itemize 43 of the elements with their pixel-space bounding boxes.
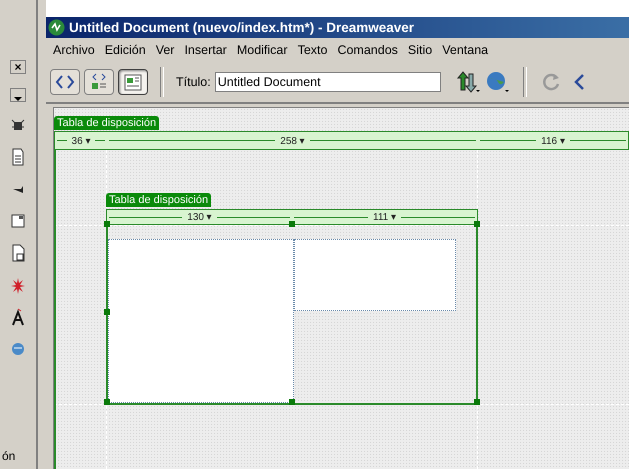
- column-width-menu[interactable]: 36 ▾: [68, 134, 94, 146]
- menu-item[interactable]: Texto: [292, 43, 332, 57]
- letter-icon: [11, 308, 25, 326]
- menu-item[interactable]: Archivo: [48, 43, 100, 57]
- resize-handle[interactable]: [289, 399, 295, 405]
- up-down-arrows-icon[interactable]: [454, 70, 481, 94]
- document-icon: [11, 148, 25, 166]
- menu-item[interactable]: Comandos: [332, 43, 403, 57]
- column-width-menu[interactable]: 258 ▾: [277, 134, 308, 146]
- resize-handle[interactable]: [104, 399, 110, 405]
- starburst-icon: [11, 276, 25, 294]
- panel-label: ón: [2, 449, 16, 463]
- window-title: Untitled Document (nuevo/index.htm*) - Dreamweaver: [69, 20, 414, 35]
- design-view-button[interactable]: [118, 69, 148, 95]
- resize-handle[interactable]: [289, 221, 295, 227]
- menu-item[interactable]: Ventana: [437, 43, 494, 57]
- layout-table-tab[interactable]: Tabla de disposición: [106, 193, 212, 207]
- layout-table-tab[interactable]: Tabla de disposición: [54, 116, 160, 130]
- menu-item[interactable]: Edición: [100, 43, 151, 57]
- menu-item[interactable]: Sitio: [402, 43, 438, 57]
- resize-handle[interactable]: [474, 221, 480, 227]
- split-view-button[interactable]: [84, 69, 114, 95]
- layout-cell[interactable]: [294, 239, 456, 311]
- title-label: Título:: [176, 75, 211, 89]
- close-button[interactable]: ×: [10, 60, 26, 74]
- layout-cell[interactable]: [108, 239, 294, 403]
- column-width-menu[interactable]: 116 ▾: [538, 134, 568, 146]
- design-view-icon: [122, 72, 144, 92]
- dropdown-button[interactable]: [10, 88, 26, 102]
- resize-handle[interactable]: [104, 221, 110, 227]
- resize-handle[interactable]: [104, 309, 110, 315]
- column-width-menu[interactable]: 130 ▾: [184, 211, 215, 223]
- title-field[interactable]: Untitled Document: [214, 72, 441, 92]
- menu-item[interactable]: Ver: [150, 43, 180, 57]
- menu-item[interactable]: Modificar: [232, 43, 293, 57]
- app-logo-icon: [48, 19, 65, 36]
- resize-handle[interactable]: [474, 399, 480, 405]
- caret-icon: [14, 97, 22, 101]
- column-width-menu[interactable]: 111 ▾: [370, 211, 399, 223]
- page-icon: [11, 244, 25, 262]
- code-view-button[interactable]: [50, 69, 80, 95]
- frame-icon: [11, 212, 25, 230]
- menu-item[interactable]: Insertar: [179, 43, 232, 57]
